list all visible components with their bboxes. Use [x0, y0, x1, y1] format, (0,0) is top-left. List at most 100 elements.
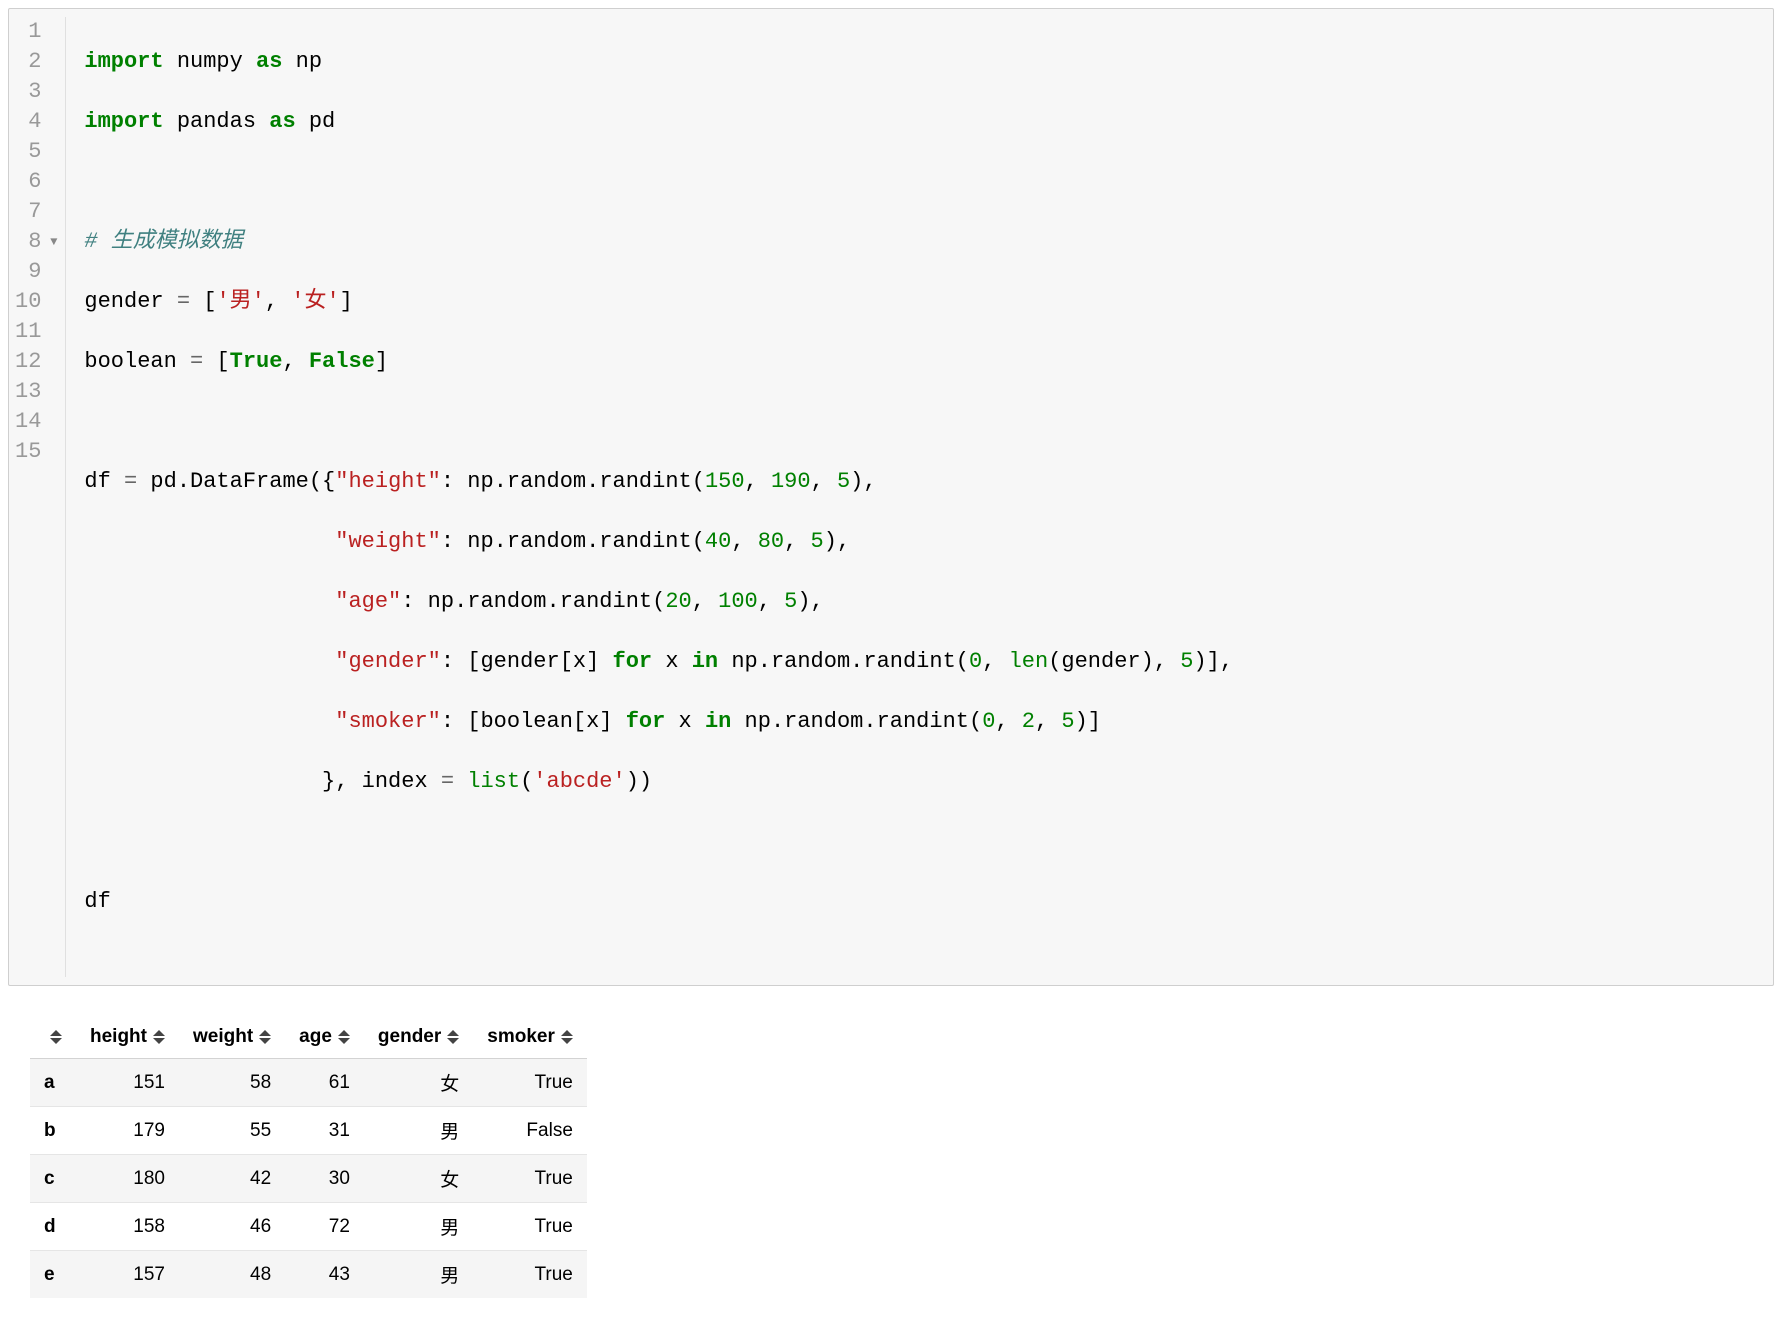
- line-number: 5: [15, 137, 57, 167]
- builtin-list: list: [467, 769, 520, 794]
- column-header-age[interactable]: age: [285, 1016, 364, 1059]
- code-line: [84, 827, 1773, 857]
- sort-icon[interactable]: [561, 1030, 573, 1044]
- cell-weight: 58: [179, 1059, 285, 1107]
- cell-height: 179: [76, 1107, 179, 1155]
- identifier: x: [652, 649, 692, 674]
- boolean-literal: False: [309, 349, 375, 374]
- line-num-text: 1: [28, 17, 41, 47]
- keyword-as: as: [269, 109, 295, 134]
- index-header[interactable]: [30, 1016, 76, 1059]
- line-num-text: 6: [28, 167, 41, 197]
- code-line: }, index = list('abcde')): [84, 767, 1773, 797]
- cell-weight: 42: [179, 1155, 285, 1203]
- line-num-text: 5: [28, 137, 41, 167]
- fold-toggle-icon[interactable]: ▼: [47, 227, 57, 257]
- code-editor[interactable]: import numpy as np import pandas as pd #…: [66, 17, 1773, 977]
- cell-gender: 女: [364, 1155, 473, 1203]
- alias-name: pd: [296, 109, 336, 134]
- line-num-text: 10: [15, 287, 41, 317]
- cell-smoker: False: [473, 1107, 587, 1155]
- cell-gender: 男: [364, 1203, 473, 1251]
- code-line: "weight": np.random.randint(40, 80, 5),: [84, 527, 1773, 557]
- line-number: 11: [15, 317, 57, 347]
- table-header: height weight age gender smoker: [30, 1016, 587, 1059]
- sort-icon[interactable]: [50, 1030, 62, 1044]
- cell-height: 180: [76, 1155, 179, 1203]
- number-literal: 40: [705, 529, 731, 554]
- operator: =: [177, 289, 190, 314]
- output-area: height weight age gender smoker a 151 58…: [30, 1016, 1752, 1298]
- line-number: 13: [15, 377, 57, 407]
- punct: ,: [265, 289, 291, 314]
- cell-weight: 46: [179, 1203, 285, 1251]
- call: : np.random.randint(: [401, 589, 665, 614]
- string-literal: 'abcde': [533, 769, 625, 794]
- line-num-text: 12: [15, 347, 41, 377]
- punct: ,: [811, 469, 837, 494]
- cell-smoker: True: [473, 1155, 587, 1203]
- identifier: x: [665, 709, 705, 734]
- cell-age: 31: [285, 1107, 364, 1155]
- row-index: d: [30, 1203, 76, 1251]
- whitespace: [84, 709, 335, 734]
- line-number-gutter: 1 2 3 4 5 6 7 8▼ 9 10 11 12 13 14 15: [9, 17, 66, 977]
- sort-icon[interactable]: [259, 1030, 271, 1044]
- punct: )]: [1075, 709, 1101, 734]
- sort-icon[interactable]: [338, 1030, 350, 1044]
- keyword-for: for: [626, 709, 666, 734]
- number-literal: 80: [758, 529, 784, 554]
- sort-icon[interactable]: [153, 1030, 165, 1044]
- call: pd.DataFrame({: [137, 469, 335, 494]
- number-literal: 190: [771, 469, 811, 494]
- code-line: "smoker": [boolean[x] for x in np.random…: [84, 707, 1773, 737]
- punct: [: [190, 289, 216, 314]
- cell-weight: 48: [179, 1251, 285, 1299]
- line-num-text: 9: [28, 257, 41, 287]
- row-index: e: [30, 1251, 76, 1299]
- line-number: 15: [15, 437, 57, 467]
- number-literal: 5: [1061, 709, 1074, 734]
- line-number: 7: [15, 197, 57, 227]
- table-row: e 157 48 43 男 True: [30, 1251, 587, 1299]
- sort-icon[interactable]: [447, 1030, 459, 1044]
- code-line: import numpy as np: [84, 47, 1773, 77]
- string-literal: "age": [335, 589, 401, 614]
- punct: ),: [797, 589, 823, 614]
- whitespace: [84, 649, 335, 674]
- line-number: 2: [15, 47, 57, 77]
- row-index: a: [30, 1059, 76, 1107]
- table-row: a 151 58 61 女 True: [30, 1059, 587, 1107]
- code-cell[interactable]: 1 2 3 4 5 6 7 8▼ 9 10 11 12 13 14 15 imp…: [8, 8, 1774, 986]
- comment: # 生成模拟数据: [84, 229, 242, 254]
- identifier: df: [84, 469, 124, 494]
- line-number: 10: [15, 287, 57, 317]
- string-literal: "height": [335, 469, 441, 494]
- cell-gender: 女: [364, 1059, 473, 1107]
- punct: ),: [850, 469, 876, 494]
- punct: ,: [282, 349, 308, 374]
- string-literal: "weight": [335, 529, 441, 554]
- identifier: df: [84, 889, 110, 914]
- column-header-weight[interactable]: weight: [179, 1016, 285, 1059]
- punct: )],: [1193, 649, 1233, 674]
- column-label: smoker: [487, 1026, 555, 1047]
- call: : np.random.randint(: [441, 529, 705, 554]
- whitespace: [84, 589, 335, 614]
- column-header-smoker[interactable]: smoker: [473, 1016, 587, 1059]
- line-number: 8▼: [15, 227, 57, 257]
- cell-height: 157: [76, 1251, 179, 1299]
- line-num-text: 7: [28, 197, 41, 227]
- identifier: boolean: [84, 349, 190, 374]
- cell-gender: 男: [364, 1251, 473, 1299]
- row-index: b: [30, 1107, 76, 1155]
- column-header-height[interactable]: height: [76, 1016, 179, 1059]
- code-line: df: [84, 887, 1773, 917]
- column-header-gender[interactable]: gender: [364, 1016, 473, 1059]
- alias-name: np: [282, 49, 322, 74]
- code-line: "age": np.random.randint(20, 100, 5),: [84, 587, 1773, 617]
- module-name: numpy: [164, 49, 256, 74]
- line-num-text: 2: [28, 47, 41, 77]
- line-number: 4: [15, 107, 57, 137]
- code-line: gender = ['男', '女']: [84, 287, 1773, 317]
